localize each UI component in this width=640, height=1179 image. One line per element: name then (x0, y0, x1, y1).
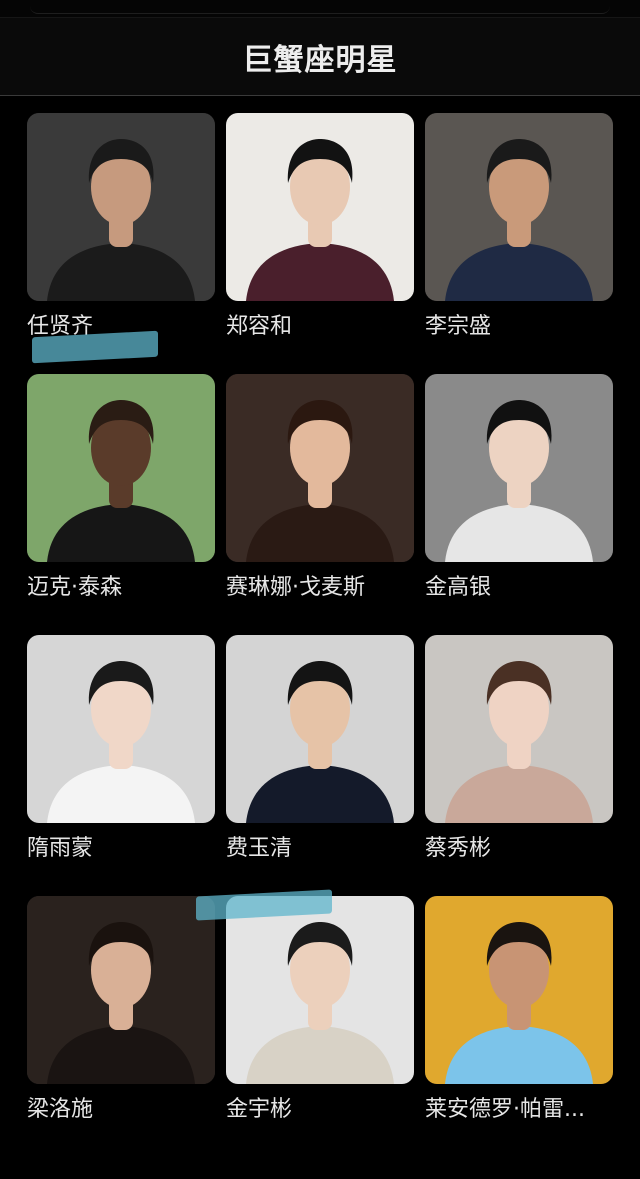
celebrity-card[interactable]: 郑容和 (226, 113, 414, 365)
top-strip (0, 0, 640, 18)
celebrity-card[interactable]: 莱安德罗·帕雷... (425, 896, 613, 1148)
celebrity-photo[interactable] (27, 635, 215, 823)
top-strip-inner (30, 0, 610, 14)
celebrity-photo[interactable] (226, 113, 414, 301)
celebrity-name: 莱安德罗·帕雷... (425, 1097, 585, 1122)
celebrity-card[interactable]: 费玉清 (226, 635, 414, 887)
celebrity-card[interactable]: 蔡秀彬 (425, 635, 613, 887)
celebrity-photo[interactable] (226, 374, 414, 562)
celebrity-card[interactable]: 隋雨蒙 (27, 635, 215, 887)
celebrity-card[interactable]: 金高银 (425, 374, 613, 626)
celebrity-card[interactable]: 迈克·泰森 (27, 374, 215, 626)
celebrity-photo[interactable] (27, 113, 215, 301)
celebrity-grid: 任贤齐 郑容和 李宗盛迈克·泰森 赛琳娜·戈麦斯 金高银隋雨蒙 费玉清 蔡秀彬梁洛施 金宇彬 莱… (0, 96, 640, 1179)
celebrity-card[interactable]: 任贤齐 (27, 113, 215, 365)
celebrity-photo[interactable] (226, 896, 414, 1084)
celebrity-name: 金宇彬 (226, 1097, 293, 1122)
celebrity-name: 梁洛施 (27, 1097, 94, 1122)
celebrity-photo[interactable] (425, 635, 613, 823)
celebrity-name: 金高银 (425, 575, 492, 600)
celebrity-name: 隋雨蒙 (27, 836, 94, 861)
celebrity-name: 李宗盛 (425, 314, 492, 339)
celebrity-photo[interactable] (27, 896, 215, 1084)
celebrity-name: 蔡秀彬 (425, 836, 492, 861)
celebrity-card[interactable]: 金宇彬 (226, 896, 414, 1148)
celebrity-name: 郑容和 (226, 314, 293, 339)
celebrity-name: 迈克·泰森 (27, 575, 122, 600)
celebrity-name: 赛琳娜·戈麦斯 (226, 575, 365, 600)
celebrity-card[interactable]: 李宗盛 (425, 113, 613, 365)
header-bar: 巨蟹座明星 (0, 18, 640, 96)
celebrity-name: 费玉清 (226, 836, 293, 861)
celebrity-photo[interactable] (27, 374, 215, 562)
celebrity-photo[interactable] (425, 113, 613, 301)
page-title: 巨蟹座明星 (242, 42, 398, 78)
celebrity-card[interactable]: 梁洛施 (27, 896, 215, 1148)
celebrity-photo[interactable] (226, 635, 414, 823)
celebrity-card[interactable]: 赛琳娜·戈麦斯 (226, 374, 414, 626)
celebrity-photo[interactable] (425, 896, 613, 1084)
celebrity-photo[interactable] (425, 374, 613, 562)
